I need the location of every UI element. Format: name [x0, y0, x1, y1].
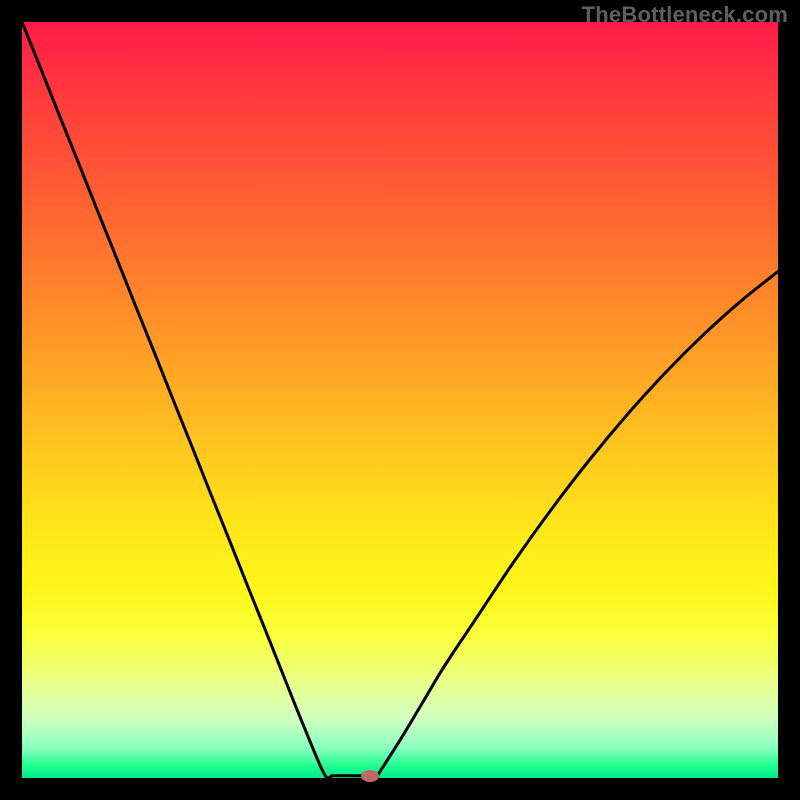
plot-area	[22, 22, 778, 778]
chart-frame: TheBottleneck.com	[0, 0, 800, 800]
bottleneck-curve	[22, 22, 778, 778]
min-marker	[361, 770, 379, 782]
curve-svg	[22, 22, 778, 778]
